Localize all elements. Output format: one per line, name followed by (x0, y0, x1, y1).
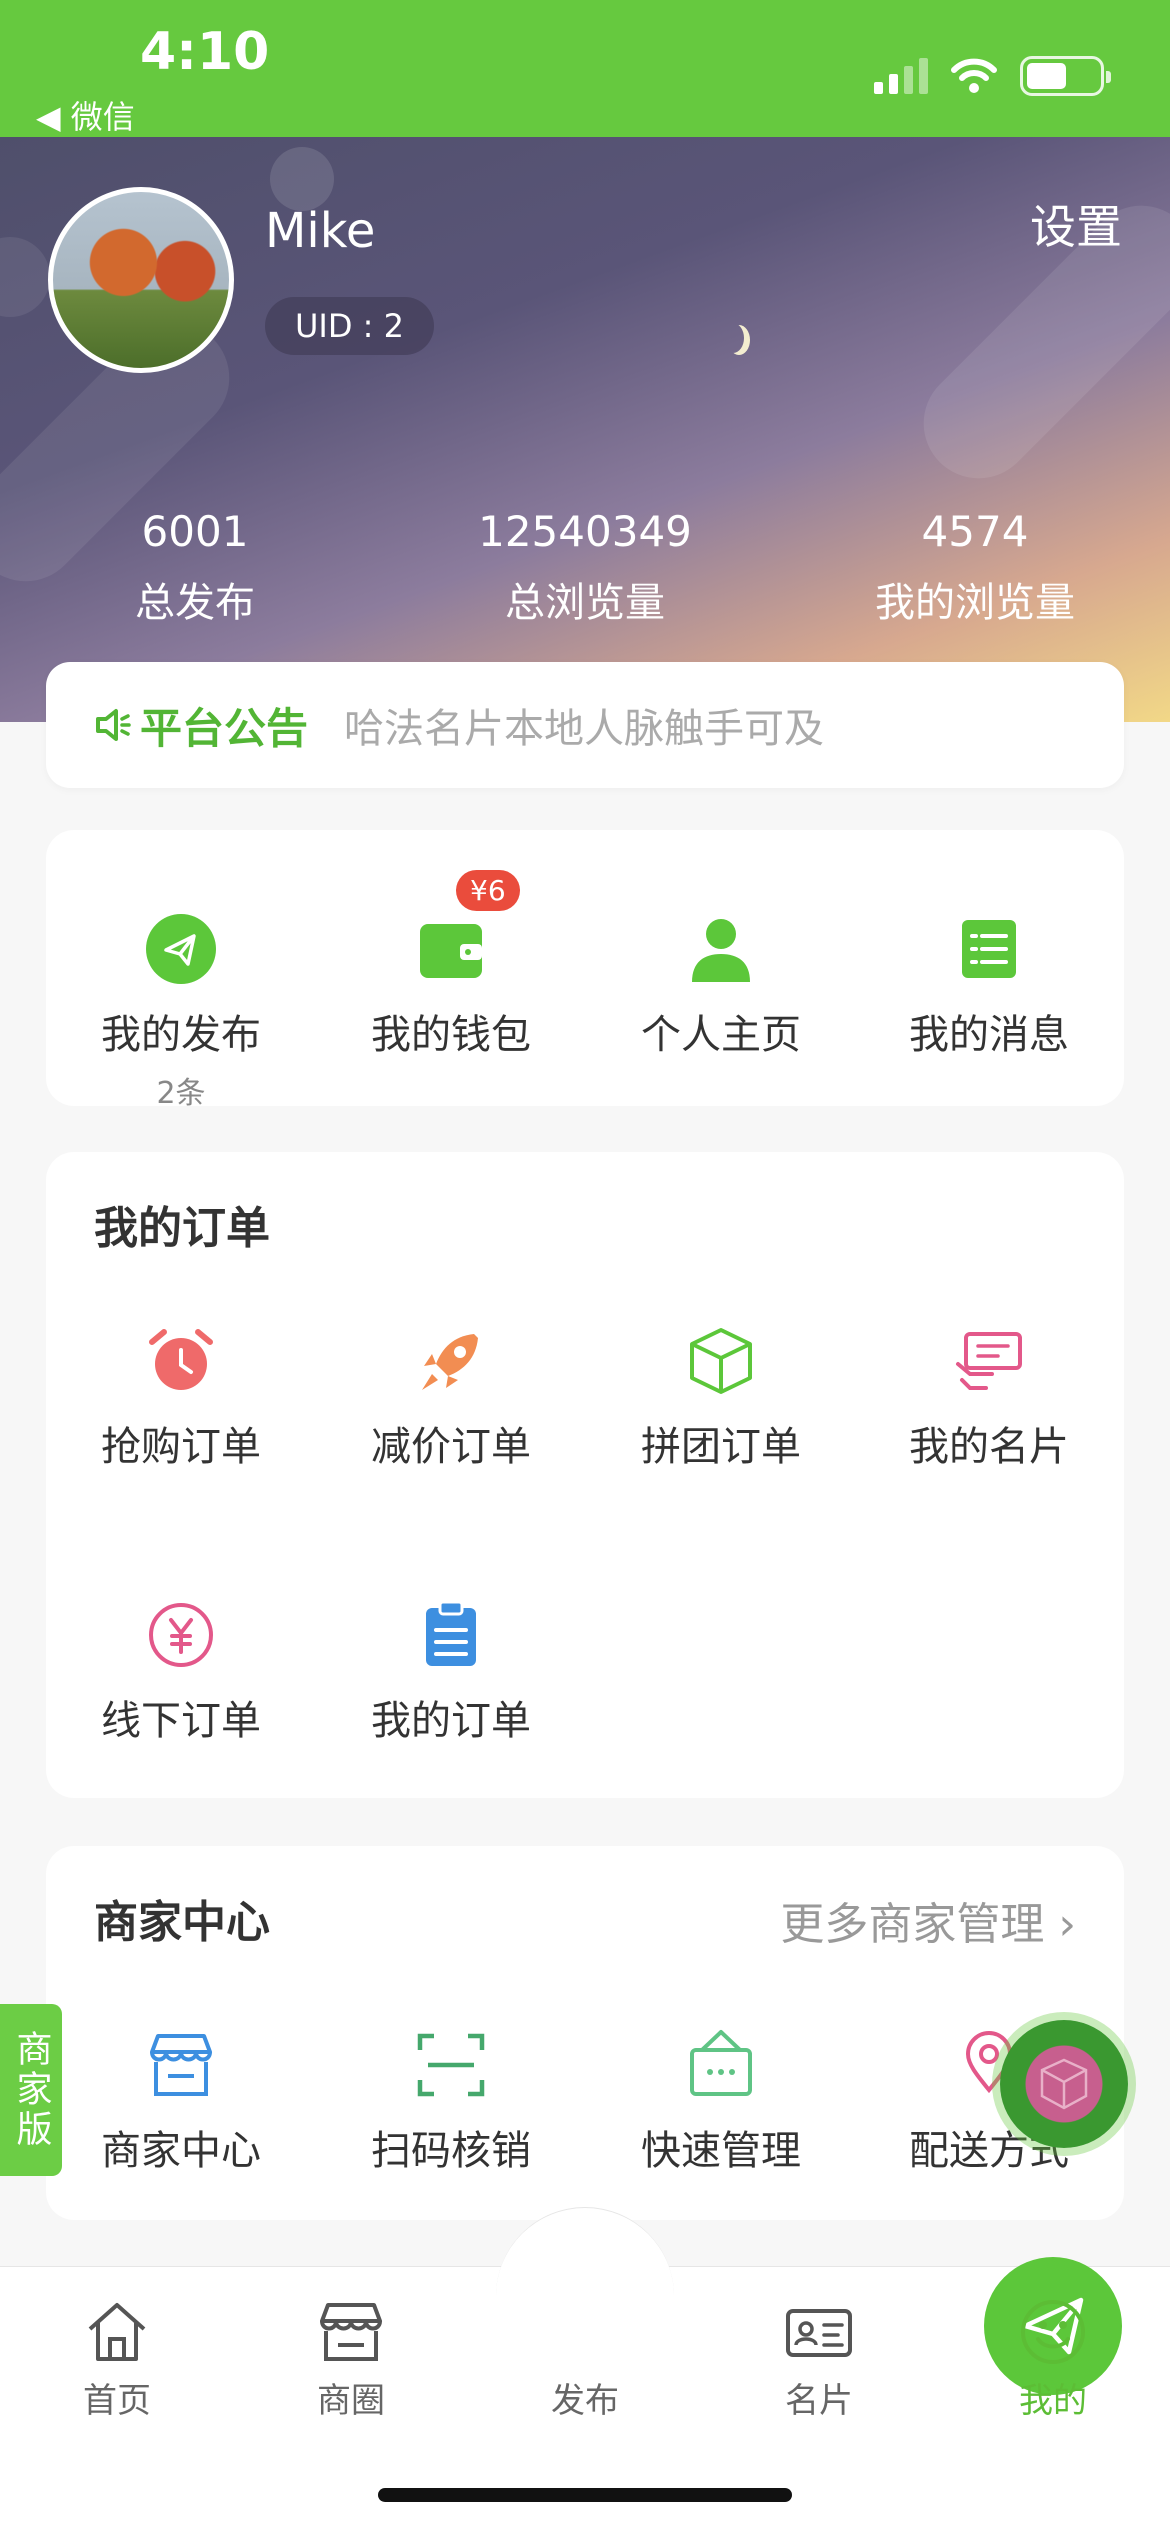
tab-business-circle[interactable]: 商圈 (234, 2297, 468, 2422)
profile-header: Mike UID : 2 设置 6001 总发布 12540349 总浏览量 4… (0, 137, 1170, 722)
merchant-label: 扫码核销 (371, 2128, 531, 2174)
tab-publish[interactable]: 发布 (468, 2257, 1122, 2422)
stat-my-views[interactable]: 4574 我的浏览量 (780, 507, 1170, 628)
speaker-icon (96, 709, 131, 741)
yuan-coin-icon (149, 1603, 213, 1667)
settings-button[interactable]: 设置 (1030, 191, 1122, 257)
price-cut-orders-button[interactable]: 减价订单 (316, 1324, 586, 1472)
send-icon (146, 914, 216, 984)
avatar[interactable] (48, 187, 234, 373)
list-icon (962, 920, 1016, 978)
home-indicator (378, 2488, 792, 2502)
tab-label: 我的 (1019, 2381, 1087, 2421)
merchant-label: 快速管理 (641, 2128, 801, 2174)
tab-label: 首页 (83, 2381, 151, 2421)
wifi-icon (951, 58, 997, 93)
more-merchant-link[interactable]: 更多商家管理 › (780, 1888, 1076, 1952)
merchant-edition-tab[interactable]: 商家版 (0, 2004, 62, 2176)
scan-verify-button[interactable]: 扫码核销 (316, 2028, 586, 2176)
stat-label: 我的浏览量 (875, 580, 1075, 626)
tab-label: 名片 (785, 2381, 853, 2421)
wallet-balance-badge: ¥6 (456, 870, 520, 911)
cube-icon (1040, 2058, 1088, 2110)
user-name: Mike (265, 203, 376, 259)
my-messages-button[interactable]: 我的消息 (854, 912, 1124, 1060)
smiley-icon (1021, 2300, 1085, 2364)
stats-row: 6001 总发布 12540349 总浏览量 4574 我的浏览量 (0, 507, 1170, 628)
all-orders-button[interactable]: 我的订单 (316, 1598, 586, 1746)
order-label: 我的名片 (909, 1424, 1069, 1470)
status-bar: 4:10 ◀ 微信 (0, 0, 1170, 137)
stat-value: 12540349 (478, 507, 692, 556)
my-posts-button[interactable]: 我的发布 2条 (46, 912, 316, 1112)
tab-mine[interactable]: 我的 (936, 2297, 1170, 2422)
status-time: 4:10 (140, 22, 270, 82)
wallet-icon (420, 924, 482, 978)
stat-label: 总浏览量 (505, 580, 665, 626)
group-buy-orders-button[interactable]: 拼团订单 (586, 1324, 856, 1472)
quick-label: 我的发布 (101, 1012, 261, 1058)
order-label: 减价订单 (371, 1424, 531, 1470)
stat-value: 4574 (921, 507, 1029, 556)
offline-orders-button[interactable]: 线下订单 (46, 1598, 316, 1746)
quick-label: 个人主页 (641, 1012, 801, 1058)
back-to-wechat[interactable]: ◀ 微信 (36, 92, 135, 138)
storefront-icon (150, 2034, 212, 2096)
stat-label: 总发布 (135, 580, 255, 626)
quick-manage-button[interactable]: 快速管理 (586, 2028, 856, 2176)
tab-home[interactable]: 首页 (0, 2297, 234, 2422)
order-label: 抢购订单 (101, 1424, 261, 1470)
merchant-label: 商家中心 (101, 2128, 261, 2174)
order-label: 我的订单 (371, 1698, 531, 1744)
store-icon (320, 2303, 382, 2361)
my-wallet-button[interactable]: ¥6 我的钱包 (316, 870, 586, 1060)
home-icon (88, 2303, 146, 2361)
cube-icon (690, 1328, 752, 1394)
notice-text: 哈法名片本地人脉触手可及 (344, 706, 825, 752)
stat-total-views[interactable]: 12540349 总浏览量 (390, 507, 780, 628)
my-orders-card: 我的订单 抢购订单 减价订单 拼团订单 我的名片 线下订单 我的订单 (46, 1152, 1124, 1798)
uid-badge: UID : 2 (265, 297, 434, 355)
signal-icon (874, 58, 928, 94)
clipboard-icon (426, 1600, 476, 1666)
quick-label: 我的钱包 (371, 1012, 531, 1058)
platform-notice[interactable]: 平台公告 哈法名片本地人脉触手可及 (46, 662, 1124, 788)
merchant-center-card: 商家中心 更多商家管理 › 商家中心 扫码核销 快速管理 配送方式 (46, 1846, 1124, 2220)
stat-value: 6001 (141, 507, 249, 556)
card-hand-icon (956, 1332, 1022, 1390)
scan-icon (417, 2033, 485, 2097)
quick-actions-card: 我的发布 2条 ¥6 我的钱包 个人主页 我的消息 (46, 830, 1124, 1111)
stat-total-posts[interactable]: 6001 总发布 (0, 507, 390, 628)
tab-business-card[interactable]: 名片 (702, 2297, 936, 2422)
personal-homepage-button[interactable]: 个人主页 (586, 912, 856, 1060)
orders-title: 我的订单 (94, 1203, 270, 1254)
order-label: 拼团订单 (641, 1424, 801, 1470)
user-icon (692, 919, 750, 982)
merchant-title: 商家中心 (94, 1897, 270, 1948)
order-label: 线下订单 (101, 1698, 261, 1744)
status-icons (874, 56, 1111, 96)
tab-label: 商圈 (317, 2381, 385, 2421)
moon-decoration (722, 323, 744, 353)
merchant-center-button[interactable]: 商家中心 (46, 2028, 316, 2176)
floating-action-button[interactable] (1000, 2020, 1128, 2148)
shop-sign-icon (690, 2030, 752, 2096)
id-card-icon (786, 2309, 852, 2357)
battery-icon (1020, 56, 1111, 96)
rocket-icon (422, 1334, 478, 1390)
flash-sale-orders-button[interactable]: 抢购订单 (46, 1324, 316, 1472)
tab-label: 发布 (551, 2381, 619, 2421)
post-count: 2条 (156, 1076, 206, 1111)
quick-label: 我的消息 (909, 1012, 1069, 1058)
alarm-clock-icon (149, 1329, 213, 1390)
notice-title: 平台公告 (140, 703, 309, 753)
side-tab-label: 商家版 (10, 2030, 52, 2150)
my-cards-button[interactable]: 我的名片 (854, 1324, 1124, 1472)
